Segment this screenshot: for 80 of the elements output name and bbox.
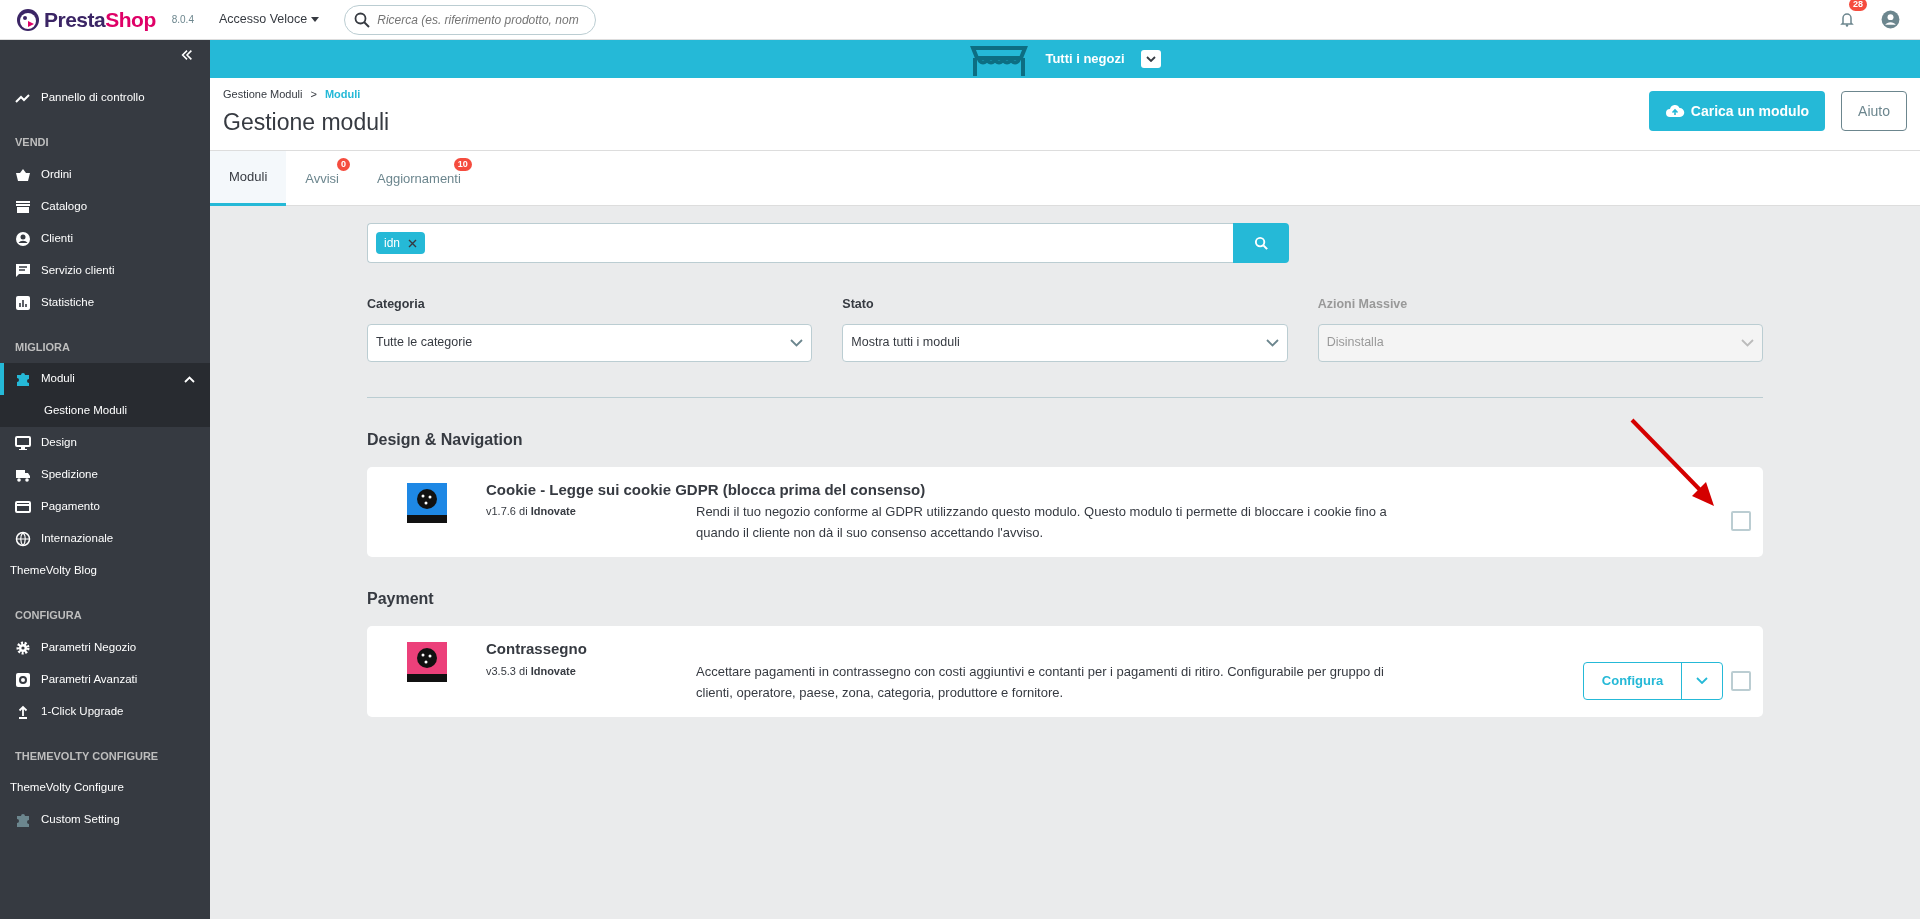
search-icon — [354, 11, 371, 28]
filter-label: Categoria — [367, 296, 426, 314]
close-icon[interactable] — [408, 238, 417, 248]
truck-icon — [15, 467, 31, 483]
version-label: 8.0.4 — [171, 13, 194, 27]
cloud-upload-icon — [1664, 103, 1685, 120]
chevron-icon — [1696, 677, 1708, 685]
globe-icon — [15, 531, 31, 547]
sidebar-item[interactable]: Custom Setting — [0, 804, 210, 836]
section-heading: MIGLIORA — [14, 339, 71, 355]
search-field[interactable]: Ricerca (es. riferimento prodotto, nom — [344, 4, 597, 35]
sidebar-item[interactable]: 1-Click Upgrade — [0, 695, 210, 728]
section-heading: THEMEVOLTY CONFIGURE — [14, 748, 160, 764]
sidebar-item[interactable]: Parametri Avanzati — [0, 663, 210, 696]
account-icon — [1881, 10, 1900, 29]
chevron-icon — [1145, 56, 1156, 62]
sidebar-item[interactable]: Pagamento — [0, 491, 210, 523]
chat-icon — [15, 262, 31, 279]
breadcrumb-separator: > — [310, 87, 317, 102]
chevron-icon — [1265, 338, 1279, 347]
collapse-icon — [180, 48, 194, 62]
section-heading: VENDI — [14, 135, 50, 150]
sidebar-item[interactable]: Moduli — [0, 363, 210, 395]
sidebar-item[interactable]: Pannello di controllo — [0, 82, 210, 114]
sidebar-item[interactable]: Parametri Negozio — [0, 631, 210, 664]
quick-access-dropdown[interactable]: Accesso Veloce — [217, 9, 321, 30]
sidebar-item[interactable]: Spedizione — [0, 459, 210, 491]
sidebar-item[interactable]: Ordini — [0, 158, 210, 191]
count-badge: 0 — [337, 158, 350, 172]
person-icon — [15, 230, 31, 247]
module-checkbox[interactable] — [1731, 511, 1751, 532]
module-version: v3.5.3 di Idnovate — [486, 664, 576, 677]
tab[interactable]: Avvisi 0 — [286, 151, 358, 207]
count-badge: 10 — [453, 158, 472, 172]
sidebar-item[interactable]: ThemeVolty Configure — [0, 772, 210, 804]
sidebar-item[interactable]: Catalogo — [0, 190, 210, 223]
chart-icon — [15, 294, 31, 311]
filter-label: Azioni Massive — [1317, 296, 1409, 314]
sidebar-item[interactable]: Clienti — [0, 222, 210, 255]
card-icon — [15, 499, 31, 515]
page-title: Gestione moduli — [223, 108, 390, 137]
shop-selector-label: Tutti i negozi — [1045, 50, 1125, 69]
sidebar-subitem[interactable]: Gestione Moduli — [0, 395, 210, 427]
tab[interactable]: Aggiornamenti 10 — [358, 151, 480, 207]
caret-icon — [311, 17, 320, 22]
module-name: Cookie - Legge sui cookie GDPR (blocca prima del consenso) — [486, 479, 926, 500]
filter-select[interactable]: Tutte le categorie — [367, 323, 813, 362]
section-heading: CONFIGURA — [14, 608, 83, 623]
puzzle-icon — [15, 812, 31, 828]
category-heading: Payment — [367, 589, 435, 610]
sidebar-item[interactable]: Statistiche — [0, 286, 210, 319]
tab[interactable]: Moduli — [210, 151, 287, 207]
sidebar-item[interactable]: Servizio clienti — [0, 254, 210, 287]
notification-count: 28 — [1849, 0, 1867, 11]
module-name: Contrassegno — [486, 639, 587, 660]
module-description: Rendi il tuo negozio conforme al GDPR utilizzando questo modulo. Questo modulo ti permette di bloccare i cookie fino a quando il cliente non dà il suo consenso accettando l'avviso. — [696, 503, 1388, 543]
chevron-icon — [184, 375, 195, 383]
module-version: v1.7.6 di Idnovate — [486, 505, 576, 518]
store-icon — [15, 198, 31, 215]
help-button[interactable]: Aiuto — [1841, 91, 1907, 132]
breadcrumb-link[interactable]: Gestione Moduli — [223, 86, 303, 103]
sidebar-item[interactable]: Design — [0, 427, 210, 459]
search-button[interactable] — [1233, 223, 1289, 264]
sidebar-item[interactable]: Internazionale — [0, 523, 210, 555]
monitor-icon — [15, 435, 31, 451]
chevron-icon — [1741, 338, 1754, 347]
sidebar-item[interactable]: ThemeVolty Blog — [0, 555, 210, 587]
chevron-icon — [790, 338, 804, 347]
module-checkbox[interactable] — [1731, 670, 1751, 691]
shop-dropdown-button[interactable] — [1140, 50, 1161, 68]
gear-icon — [15, 639, 31, 656]
logo-icon — [16, 7, 40, 32]
gear-icon — [15, 671, 31, 688]
puzzle-icon — [15, 371, 31, 387]
filter-label: Stato — [842, 296, 875, 314]
search-icon — [1253, 235, 1269, 251]
logo-text[interactable]: PrestaShop — [44, 3, 156, 36]
module-description: Accettare pagamenti in contrassegno con costi aggiuntivi e contanti per i pagamenti di ritiro. Configurabile per gruppo di clienti, operatore, paese, zona, categoria, produttore e fornitore. — [696, 662, 1385, 702]
filter-select[interactable]: Mostra tutti i moduli — [842, 323, 1288, 362]
category-heading: Design & Navigation — [367, 429, 524, 450]
